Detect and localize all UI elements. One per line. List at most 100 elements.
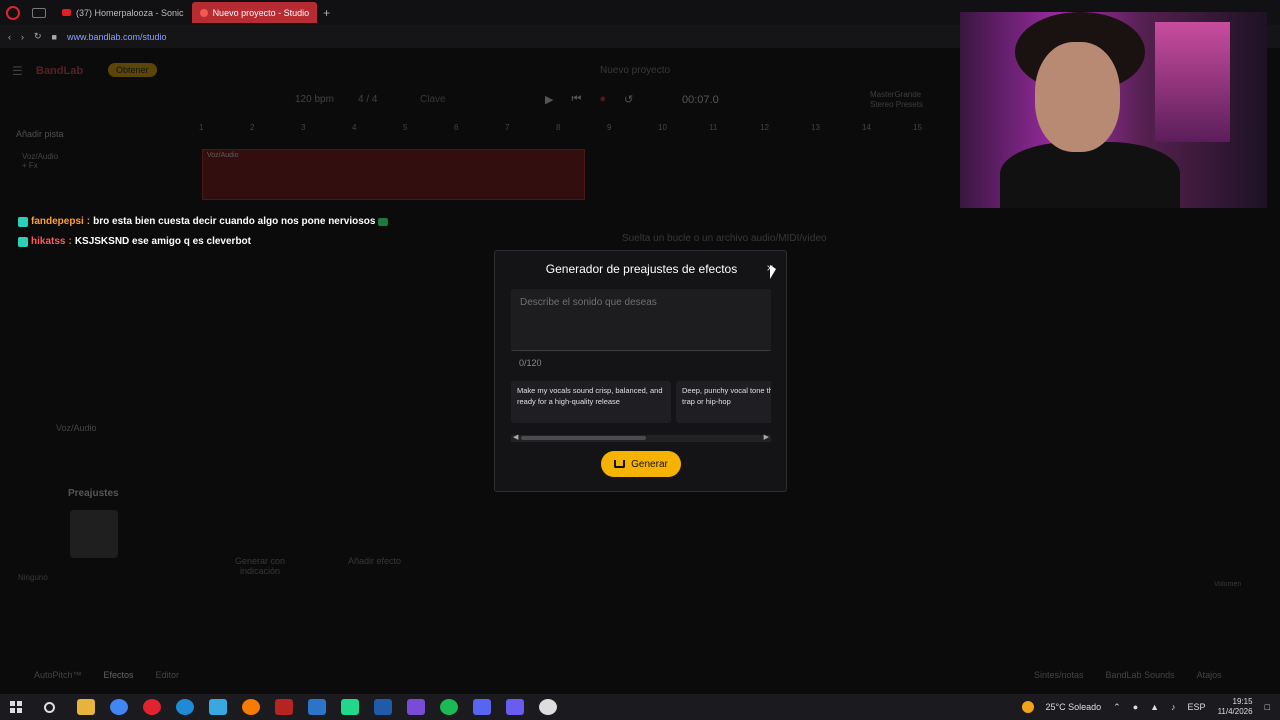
chevron-up-icon[interactable]: ⌃ xyxy=(1113,702,1121,713)
tab-editor[interactable]: Editor xyxy=(156,670,180,680)
scroll-right-icon[interactable]: ▶ xyxy=(764,433,769,441)
ruler-mark: 11 xyxy=(709,123,718,132)
photos-icon[interactable] xyxy=(308,699,326,715)
ruler-mark: 14 xyxy=(862,123,871,132)
app-icon[interactable] xyxy=(407,699,425,715)
preset-tile[interactable] xyxy=(70,510,118,558)
chrome-icon[interactable] xyxy=(110,699,128,715)
key-selector[interactable]: Clave xyxy=(420,94,446,105)
tab-synths[interactable]: Sintes/notas xyxy=(1034,670,1084,680)
chat-text: bro esta bien cuesta decir cuando algo n… xyxy=(93,216,376,227)
new-tab-icon[interactable]: + xyxy=(323,6,330,20)
file-explorer-icon[interactable] xyxy=(77,699,95,715)
skip-back-icon[interactable]: ⏮ xyxy=(571,93,581,106)
timeline-ruler[interactable]: 1 2 3 4 5 6 7 8 9 10 11 12 13 14 15 xyxy=(195,123,935,135)
network-icon[interactable]: ▲ xyxy=(1150,702,1159,712)
generate-button[interactable]: Generar xyxy=(601,451,681,477)
stream-chat: fandepepsi: bro esta bien cuesta decir c… xyxy=(18,212,389,252)
edge-icon[interactable] xyxy=(176,699,194,715)
tab-autopitch[interactable]: AutoPitch™ xyxy=(34,670,82,680)
windows-start-icon[interactable] xyxy=(10,701,22,713)
tab-manager-icon[interactable] xyxy=(32,7,46,18)
discord-icon[interactable] xyxy=(473,699,491,715)
tab-youtube[interactable]: (37) Homerpalooza - Sonic xyxy=(54,2,192,23)
region-label: Voz/Audio xyxy=(207,152,239,159)
ruler-mark: 3 xyxy=(301,123,306,132)
track-fx[interactable]: + Fx xyxy=(22,161,58,170)
weather-icon xyxy=(1021,701,1034,713)
suggestion-chip[interactable]: Deep, punchy vocal tone through a hard t… xyxy=(676,381,771,423)
app-icon[interactable] xyxy=(506,699,524,715)
language-indicator[interactable]: ESP xyxy=(1188,702,1206,712)
suggestion-list: Make my vocals sound crisp, balanced, an… xyxy=(511,381,771,427)
webcam-overlay xyxy=(960,12,1267,208)
scroll-thumb[interactable] xyxy=(521,436,646,440)
audio-region[interactable]: Voz/Audio xyxy=(202,149,585,200)
add-effect-button[interactable]: Añadir efecto xyxy=(348,556,401,566)
mic-icon[interactable]: ● xyxy=(1133,702,1138,712)
opera-icon[interactable] xyxy=(143,699,161,715)
tab-atajos[interactable]: Atajos xyxy=(1197,670,1222,680)
ruler-mark: 9 xyxy=(607,123,612,132)
suggestion-chip[interactable]: Make my vocals sound crisp, balanced, an… xyxy=(511,381,671,423)
chat-message: hikatss: KSJSKSND ese amigo q es cleverb… xyxy=(18,232,388,252)
obs-icon[interactable] xyxy=(242,699,260,715)
tab-efectos[interactable]: Efectos xyxy=(104,670,134,680)
obtener-button[interactable]: Obtener xyxy=(108,63,157,77)
master-preset[interactable]: MasterGrande Stereo Presets xyxy=(870,90,923,110)
streamer-body xyxy=(1000,142,1180,208)
back-icon[interactable]: ‹ xyxy=(8,32,11,42)
ruler-mark: 6 xyxy=(454,123,459,132)
record-icon[interactable]: ● xyxy=(599,93,606,106)
track-header[interactable]: Voz/Audio + Fx xyxy=(22,152,58,170)
app-icon[interactable] xyxy=(275,699,293,715)
spotify-icon[interactable] xyxy=(440,699,458,715)
vegas-icon[interactable] xyxy=(374,699,392,715)
clock-date: 11/4/2026 xyxy=(1217,707,1253,716)
pycharm-icon[interactable] xyxy=(341,699,359,715)
bottom-right-tabs: Sintes/notas BandLab Sounds Atajos xyxy=(1034,670,1222,680)
tab-studio[interactable]: Nuevo proyecto - Studio xyxy=(191,2,318,23)
url-text[interactable]: www.bandlab.com/studio xyxy=(67,32,167,42)
generate-label: Generar xyxy=(631,458,668,470)
menu-icon[interactable]: ☰ xyxy=(12,64,23,78)
opera-logo-icon[interactable] xyxy=(6,5,20,20)
clock[interactable]: 19:15 11/4/2026 xyxy=(1218,697,1253,717)
effects-preset-generator-dialog: Generador de preajustes de efectos × 0/1… xyxy=(494,250,787,492)
ruler-mark: 15 xyxy=(913,123,922,132)
windows-taskbar: 25°C Soleado ⌃ ● ▲ ♪ ESP 19:15 11/4/2026… xyxy=(0,694,1280,720)
loop-icon[interactable]: ↺ xyxy=(624,93,633,106)
chat-username: fandepepsi xyxy=(31,216,84,227)
weather-text[interactable]: 25°C Soleado xyxy=(1046,702,1102,712)
suggestion-scrollbar[interactable]: ◀ ▶ xyxy=(511,433,771,442)
generate-with-prompt-button[interactable]: Generar con indicación xyxy=(230,556,290,576)
forward-icon[interactable]: › xyxy=(21,32,24,42)
tab-bandlab-sounds[interactable]: BandLab Sounds xyxy=(1106,670,1175,680)
preset-select[interactable]: Ninguno xyxy=(18,573,48,582)
prompt-input[interactable] xyxy=(511,289,771,351)
presets-title: Preajustes xyxy=(68,488,119,499)
project-title[interactable]: Nuevo proyecto xyxy=(600,65,670,76)
ruler-mark: 5 xyxy=(403,123,408,132)
tab-label: (37) Homerpalooza - Sonic xyxy=(76,7,184,18)
dialog-title: Generador de preajustes de efectos xyxy=(545,262,738,276)
search-icon[interactable] xyxy=(44,701,55,713)
notifications-icon[interactable]: □ xyxy=(1265,702,1270,712)
play-icon[interactable]: ▶ xyxy=(545,93,553,106)
time-signature[interactable]: 4 / 4 xyxy=(358,94,377,105)
volume-label: Volumen xyxy=(1214,581,1242,588)
app-icon[interactable] xyxy=(539,699,557,715)
tempo[interactable]: 120 bpm xyxy=(295,94,334,105)
scroll-left-icon[interactable]: ◀ xyxy=(513,433,518,441)
ruler-mark: 10 xyxy=(658,123,667,132)
tab-label: Nuevo proyecto - Studio xyxy=(212,7,310,18)
add-track-button[interactable]: Añadir pista xyxy=(16,129,64,139)
ruler-mark: 13 xyxy=(811,123,820,132)
clock-time: 19:15 xyxy=(1232,697,1253,706)
app-icon[interactable] xyxy=(209,699,227,715)
volume-icon[interactable]: ♪ xyxy=(1171,702,1176,712)
reload-icon[interactable]: ↻ xyxy=(34,31,42,42)
time-display: 00:07.0 xyxy=(682,94,719,106)
taskbar-apps xyxy=(77,699,557,715)
transport-controls: ▶ ⏮ ● ↺ xyxy=(545,93,633,106)
